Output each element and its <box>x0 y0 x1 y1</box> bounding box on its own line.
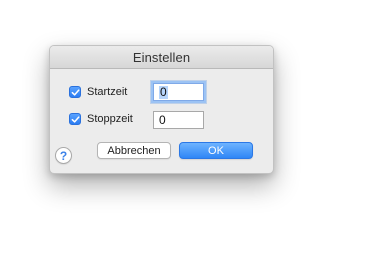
start-time-value: 0 <box>159 84 168 99</box>
stop-time-input[interactable]: 0 <box>153 111 204 129</box>
settings-dialog: Einstellen Startzeit 0 Stoppzeit 0 ? Abb… <box>49 45 274 174</box>
checkmark-icon <box>71 88 80 96</box>
stop-time-row: Stoppzeit <box>69 109 133 129</box>
help-button[interactable]: ? <box>55 147 72 164</box>
dialog-title: Einstellen <box>132 49 191 65</box>
dialog-titlebar[interactable]: Einstellen <box>50 46 273 69</box>
ok-button[interactable]: OK <box>179 142 253 159</box>
stop-time-value: 0 <box>159 113 166 127</box>
start-time-row: Startzeit <box>69 82 127 102</box>
start-time-checkbox[interactable] <box>69 86 81 98</box>
stop-time-label[interactable]: Stoppzeit <box>87 113 133 125</box>
help-icon: ? <box>59 148 68 163</box>
stop-time-checkbox[interactable] <box>69 113 81 125</box>
start-time-label[interactable]: Startzeit <box>87 86 127 98</box>
cancel-button[interactable]: Abbrechen <box>97 142 171 159</box>
checkmark-icon <box>71 115 80 123</box>
start-time-input[interactable]: 0 <box>153 83 204 101</box>
